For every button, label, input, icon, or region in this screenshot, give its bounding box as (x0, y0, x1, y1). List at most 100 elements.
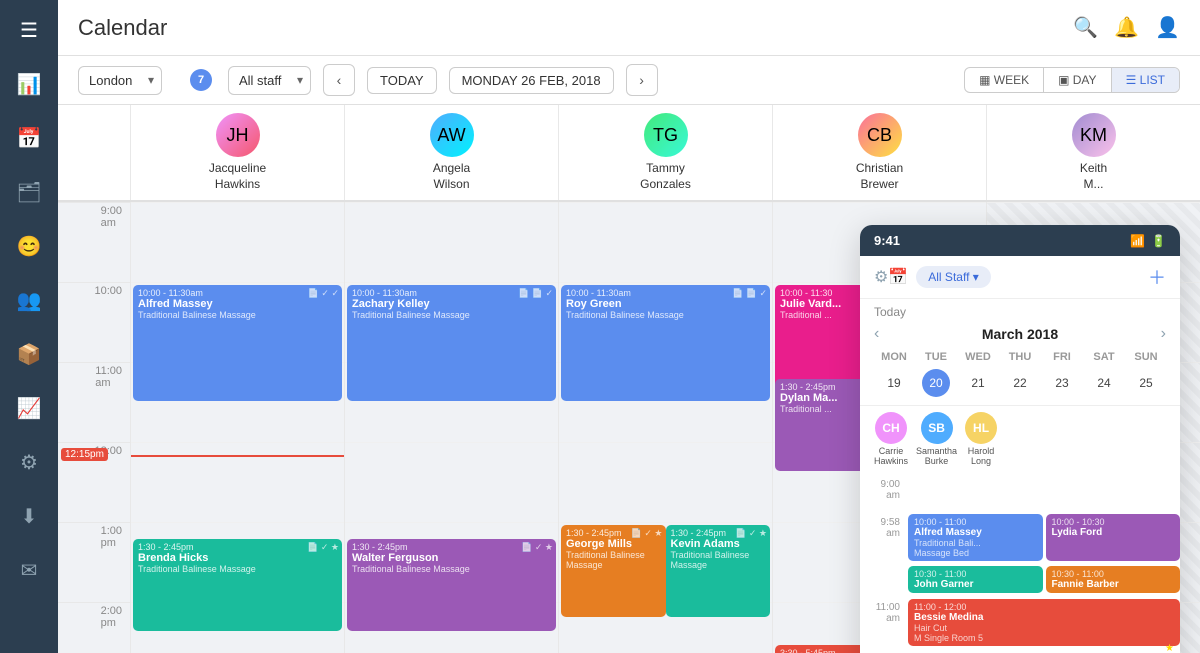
hour-row-10-1: 📄 📄 ✓ 10:00 - 11:30am Zachary Kelley Tra… (345, 282, 558, 362)
mc-day-23[interactable]: 23 (1048, 369, 1076, 397)
hour-row-9-2 (559, 202, 772, 282)
mc-event-fannie[interactable]: 10:30 - 11:00 Fannie Barber (1046, 566, 1181, 593)
sidebar-item-products[interactable]: 📦 (11, 336, 47, 372)
mc-add-btn[interactable]: ＋ (1148, 264, 1166, 290)
mc-header-row: ⚙ 📅 All Staff ▾ ＋ (860, 256, 1180, 299)
staff-name-km: KeithM... (1080, 161, 1107, 192)
mc-av-samantha: SB SamanthaBurke (916, 412, 957, 466)
today-btn[interactable]: TODAY (367, 67, 437, 94)
mc-next-month[interactable]: › (1161, 325, 1166, 343)
hour-row-9-1 (345, 202, 558, 282)
mc-avatar-sb[interactable]: SB (921, 412, 953, 444)
mc-filter-btn[interactable]: ⚙ (874, 267, 888, 287)
toolbar: London 7 All staff ‹ TODAY MONDAY 26 FEB… (58, 56, 1200, 105)
event-roy-green[interactable]: 📄 📄 ✓ 10:00 - 11:30am Roy Green Traditio… (561, 285, 770, 401)
staff-name-jh: JacquelineHawkins (209, 161, 266, 192)
search-icon[interactable]: 🔍 (1073, 15, 1098, 40)
avatar-tg: TG (644, 113, 688, 157)
mc-staff-selector: All Staff ▾ (916, 266, 1148, 288)
mc-event-alfred[interactable]: 10:00 - 11:00 Alfred Massey Traditional … (908, 514, 1043, 561)
mc-av-name-ch: CarrieHawkins (874, 446, 908, 466)
mc-day-19[interactable]: 19 (880, 369, 908, 397)
mc-av-name-hl: HaroldLong (968, 446, 995, 466)
mc-time-9: 9:00am (860, 476, 908, 501)
app-title: Calendar (78, 15, 167, 41)
mc-month-title: March 2018 (879, 326, 1160, 342)
event-walter-ferguson[interactable]: 📄 ✓ ★ 1:30 - 2:45pm Walter Ferguson Trad… (347, 539, 556, 631)
date-range: MONDAY 26 FEB, 2018 (449, 67, 614, 94)
now-time-label: 12:15pm (61, 448, 108, 461)
now-line: 12:15pm (131, 455, 344, 457)
time-9am: 9:00am (58, 202, 130, 282)
time-column: 9:00am 10:00 11:00am 12:00 1:00pm 2:00pm… (58, 202, 130, 653)
mc-staff-avatars: CH CarrieHawkins SB SamanthaBurke HL Har… (860, 405, 1180, 472)
sidebar-item-clients[interactable]: 😊 (11, 228, 47, 264)
day-col-1: 📄 📄 ✓ 10:00 - 11:30am Zachary Kelley Tra… (344, 202, 558, 653)
staff-select[interactable]: All staff (228, 66, 311, 95)
mc-day-21[interactable]: 21 (964, 369, 992, 397)
mc-day-22[interactable]: 22 (1006, 369, 1034, 397)
event-alfred-massey[interactable]: 📄 ✓ ✓ 10:00 - 11:30am Alfred Massey Trad… (133, 285, 342, 401)
mc-av-name-sb: SamanthaBurke (916, 446, 957, 466)
avatar-aw: AW (430, 113, 474, 157)
hour-row-1-0: 📄 ✓ ★ 1:30 - 2:45pm Brenda Hicks Traditi… (131, 522, 344, 602)
staff-col-1: AW AngelaWilson (344, 105, 558, 200)
event-kevin-adams[interactable]: 📄 ✓ ★ 1:30 - 2:45pm Kevin Adams Traditio… (666, 525, 771, 617)
sidebar-item-settings[interactable]: ⚙ (11, 444, 47, 480)
sidebar-item-menu[interactable]: ☰ (11, 12, 47, 48)
mc-day-24[interactable]: 24 (1090, 369, 1118, 397)
next-btn[interactable]: › (626, 64, 658, 96)
view-btn-week[interactable]: ▦ WEEK (965, 68, 1044, 92)
event-zachary-kelley[interactable]: 📄 📄 ✓ 10:00 - 11:30am Zachary Kelley Tra… (347, 285, 556, 401)
sidebar-item-calendar[interactable]: 📅 (11, 120, 47, 156)
mc-calendar-grid: ‹ March 2018 › MON TUE WED THU FRI SAT S… (860, 325, 1180, 405)
notification-icon[interactable]: 🔔 (1114, 15, 1139, 40)
mc-avatar-hl[interactable]: HL (965, 412, 997, 444)
mc-schedule: 9:00am 9:58am 10:00 - 11:00 Alfred Masse… (860, 472, 1180, 653)
mc-today-row: Today (860, 299, 1180, 325)
sidebar-item-reports[interactable]: 📈 (11, 390, 47, 426)
mc-cal-btn[interactable]: 📅 (888, 267, 908, 287)
user-icon[interactable]: 👤 (1155, 15, 1180, 40)
sidebar-item-bookings[interactable]: 🗂 (11, 174, 47, 210)
event-george-mills[interactable]: 📄 ✓ ★ 1:30 - 2:45pm George Mills Traditi… (561, 525, 666, 617)
battery-icon: 🔋 (1151, 234, 1166, 248)
location-select-wrap: London (78, 66, 162, 95)
staff-name-aw: AngelaWilson (433, 161, 470, 192)
prev-btn[interactable]: ‹ (323, 64, 355, 96)
sidebar-item-downloads[interactable]: ⬇ (11, 498, 47, 534)
mc-avatar-ch[interactable]: CH (875, 412, 907, 444)
mc-wd-mon: MON (874, 349, 914, 365)
mc-time-row-9: 9:00am (860, 472, 1180, 512)
main-area: Calendar 🔍 🔔 👤 London 7 All staff ‹ TODA… (58, 0, 1200, 653)
mc-event-john[interactable]: 10:30 - 11:00 John Garner (908, 566, 1043, 593)
mc-wd-thu: THU (1000, 349, 1040, 365)
location-select[interactable]: London (78, 66, 162, 95)
mc-staff-label[interactable]: All Staff ▾ (916, 266, 991, 288)
staff-col-3: CB ChristianBrewer (772, 105, 986, 200)
mc-event-bessie[interactable]: 11:00 - 12:00 Bessie Medina Hair CutM Si… (908, 599, 1180, 646)
mc-wd-wed: WED (958, 349, 998, 365)
event-brenda-hicks[interactable]: 📄 ✓ ★ 1:30 - 2:45pm Brenda Hicks Traditi… (133, 539, 342, 631)
mc-events-9 (908, 476, 1180, 508)
staff-name-tg: TammyGonzales (640, 161, 691, 192)
avatar-jh: JH (216, 113, 260, 157)
mc-day-20[interactable]: 20 (922, 369, 950, 397)
time-10am: 10:00 (58, 282, 130, 362)
sidebar: ☰ 📊 📅 🗂 😊 👥 📦 📈 ⚙ ⬇ ✉ (0, 0, 58, 653)
sidebar-item-messages[interactable]: ✉ (11, 552, 47, 588)
mc-status-icons: 📶 🔋 (1130, 234, 1166, 248)
view-btn-day[interactable]: ▣ DAY (1044, 68, 1111, 92)
sidebar-item-staff[interactable]: 👥 (11, 282, 47, 318)
avatar-km: KM (1072, 113, 1116, 157)
topbar-actions: 🔍 🔔 👤 (1073, 15, 1180, 40)
hour-row-9-0 (131, 202, 344, 282)
staff-header: JH JacquelineHawkins AW AngelaWilson TG … (58, 105, 1200, 202)
staff-name-cb: ChristianBrewer (856, 161, 903, 192)
mc-av-carrie: CH CarrieHawkins (874, 412, 908, 466)
sidebar-item-dashboard[interactable]: 📊 (11, 66, 47, 102)
time-11am: 11:00am (58, 362, 130, 442)
mc-event-lydia[interactable]: 10:00 - 10:30 Lydia Ford (1046, 514, 1181, 561)
view-btn-list[interactable]: ☰ LIST (1112, 68, 1179, 92)
mc-day-25[interactable]: 25 (1132, 369, 1160, 397)
